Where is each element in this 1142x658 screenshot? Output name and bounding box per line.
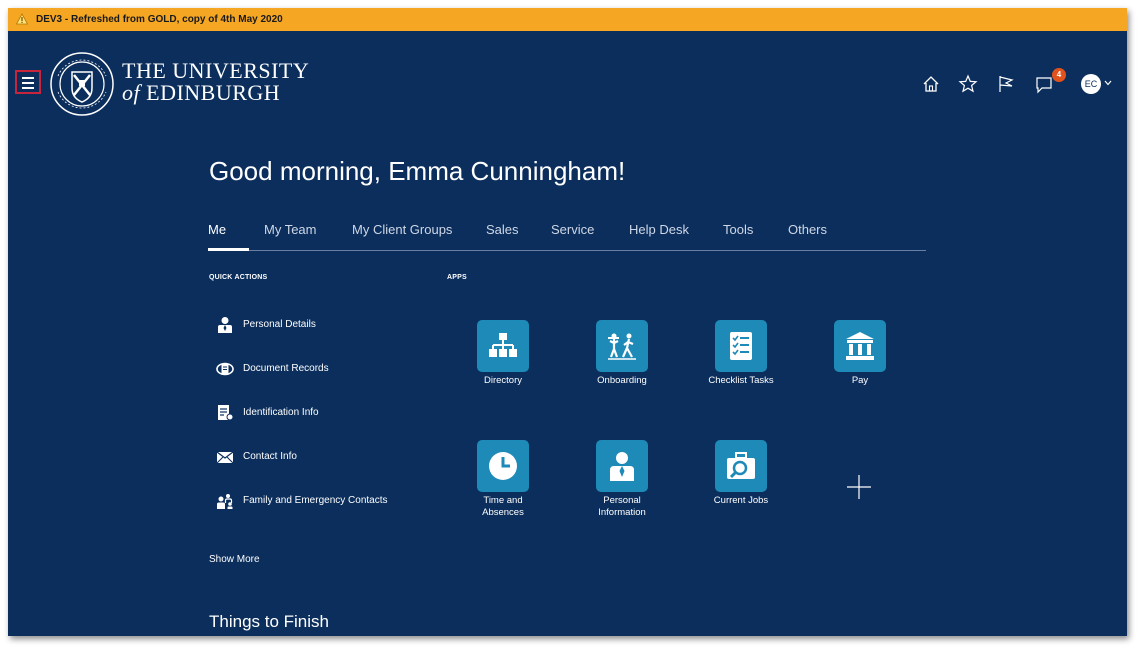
app-tile	[596, 320, 648, 372]
quick-actions-heading: QUICK ACTIONS	[209, 274, 268, 281]
app-tile	[715, 320, 767, 372]
bank-icon	[846, 332, 874, 360]
identification-icon	[218, 405, 234, 421]
wordmark-line1: THE UNIVERSITY	[122, 58, 310, 83]
wordmark-of: of	[122, 80, 141, 105]
app-label: Directory	[483, 375, 522, 386]
app-label: Checklist Tasks	[708, 375, 774, 386]
user-avatar[interactable]: EC	[1081, 74, 1101, 94]
university-crest-logo[interactable]	[48, 50, 116, 118]
plus-icon[interactable]	[846, 474, 872, 500]
things-to-finish-heading: Things to Finish	[209, 612, 329, 631]
app-tile	[477, 320, 529, 372]
app-tile	[596, 440, 648, 492]
notification-count-badge[interactable]: 4	[1052, 68, 1066, 82]
tab-tools[interactable]: Tools	[723, 222, 753, 237]
app-tile	[834, 320, 886, 372]
app-tile	[477, 440, 529, 492]
tab-help-desk[interactable]: Help Desk	[629, 222, 689, 237]
app-label: Personal Information	[598, 495, 646, 518]
app-personal-information[interactable]: Personal Information	[572, 440, 672, 519]
home-icon[interactable]	[921, 74, 941, 94]
checklist-icon	[730, 332, 752, 360]
active-tab-indicator	[208, 248, 249, 251]
tab-others[interactable]: Others	[788, 222, 827, 237]
envelope-icon	[216, 451, 234, 464]
app-label: Pay	[851, 375, 869, 386]
tab-sales[interactable]: Sales	[486, 222, 519, 237]
tab-my-client-groups[interactable]: My Client Groups	[352, 222, 452, 237]
greeting-heading: Good morning, Emma Cunningham!	[209, 156, 626, 186]
springboard-tabs: Me My Team My Client Groups Sales Servic…	[208, 222, 926, 251]
tab-service[interactable]: Service	[551, 222, 594, 237]
tab-my-team[interactable]: My Team	[264, 222, 317, 237]
app-time-and-absences[interactable]: Time and Absences	[453, 440, 553, 519]
favorites-star-icon[interactable]	[958, 74, 978, 94]
chevron-down-icon[interactable]	[1103, 78, 1113, 88]
tab-me[interactable]: Me	[208, 222, 226, 237]
quick-action-label: Identification Info	[243, 407, 319, 418]
app-label: Onboarding	[597, 375, 647, 386]
app-label: Current Jobs	[713, 495, 769, 506]
app-tile	[715, 440, 767, 492]
onboarding-icon	[608, 333, 636, 360]
hamburger-icon	[22, 77, 34, 79]
show-more-link[interactable]: Show More	[209, 554, 260, 565]
apps-heading: APPS	[447, 274, 467, 281]
app-label: Time and Absences	[482, 495, 524, 518]
quick-action-label: Document Records	[243, 363, 329, 374]
org-chart-icon	[489, 333, 517, 357]
university-wordmark: THE UNIVERSITY of EDINBURGH	[122, 60, 309, 104]
family-icon	[217, 494, 233, 509]
navigator-menu-button[interactable]	[15, 70, 41, 94]
app-frame: DEV3 - Refreshed from GOLD, copy of 4th …	[8, 8, 1127, 636]
person-icon	[610, 452, 634, 481]
warning-icon	[16, 13, 28, 25]
environment-banner: DEV3 - Refreshed from GOLD, copy of 4th …	[8, 8, 1127, 31]
wordmark-line2: EDINBURGH	[146, 80, 281, 105]
notifications-icon[interactable]	[1034, 74, 1054, 94]
app-directory[interactable]: Directory	[453, 320, 553, 387]
quick-action-label: Family and Emergency Contacts	[243, 495, 388, 506]
app-pay[interactable]: Pay	[810, 320, 910, 387]
app-checklist-tasks[interactable]: Checklist Tasks	[691, 320, 791, 387]
flag-icon[interactable]	[996, 74, 1016, 94]
person-icon	[218, 317, 232, 333]
app-current-jobs[interactable]: Current Jobs	[691, 440, 791, 507]
document-records-icon	[216, 362, 234, 376]
app-onboarding[interactable]: Onboarding	[572, 320, 672, 387]
banner-text: DEV3 - Refreshed from GOLD, copy of 4th …	[36, 14, 283, 25]
quick-action-label: Personal Details	[243, 319, 316, 330]
clock-icon	[489, 452, 517, 480]
quick-action-label: Contact Info	[243, 451, 297, 462]
job-search-icon	[727, 452, 755, 479]
